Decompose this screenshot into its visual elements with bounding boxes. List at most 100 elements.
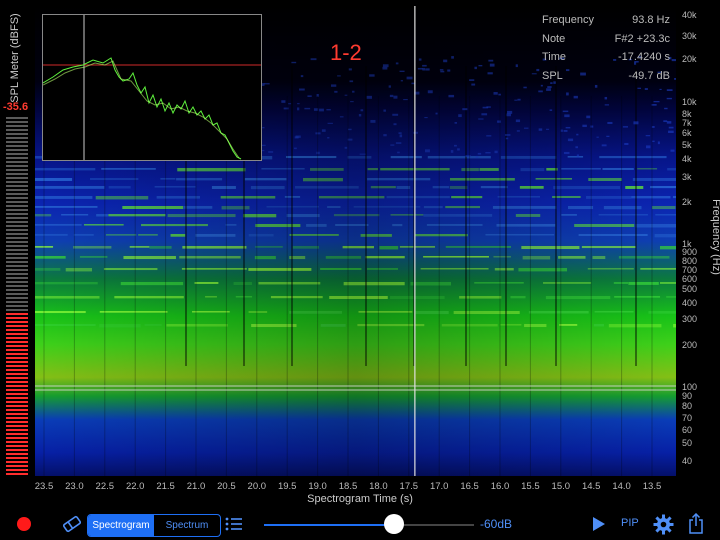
spl-meter-segment	[6, 401, 28, 403]
spl-meter-segment	[6, 257, 28, 259]
spectrum-mode-button[interactable]: Spectrum	[154, 515, 220, 536]
spl-meter-segment	[6, 425, 28, 427]
time-tick: 21.5	[156, 481, 175, 492]
spl-meter-segment	[6, 437, 28, 439]
frequency-tick: 80	[682, 401, 693, 411]
frequency-tick: 3k	[682, 172, 692, 182]
spl-meter-segment	[6, 381, 28, 383]
spl-meter-segment	[6, 461, 28, 463]
spl-meter-segment	[6, 117, 28, 119]
frequency-tick: 200	[682, 340, 698, 350]
spl-meter-segment	[6, 353, 28, 355]
spectrogram-mode-button[interactable]: Spectrogram	[88, 515, 154, 536]
spl-meter-segment	[6, 385, 28, 387]
spl-meter-segment	[6, 345, 28, 347]
frequency-tick: 400	[682, 298, 698, 308]
spl-meter-segment	[6, 237, 28, 239]
time-tick: 16.5	[460, 481, 479, 492]
gain-slider-track[interactable]	[264, 524, 474, 526]
spl-meter-segment	[6, 285, 28, 287]
play-button[interactable]	[592, 516, 606, 532]
spl-meter-segment	[6, 409, 28, 411]
time-tick: 15.0	[551, 481, 571, 492]
frequency-axis-label: Frequency (Hz)	[710, 199, 720, 275]
time-tick: 23.5	[34, 481, 54, 492]
info-frequency: Frequency 93.8 Hz	[540, 14, 672, 33]
frequency-tick: 4k	[682, 154, 692, 164]
info-label: Time	[542, 51, 567, 63]
frequency-tick: 20k	[682, 54, 697, 64]
spl-meter-segment	[6, 341, 28, 343]
list-button[interactable]	[225, 516, 243, 532]
spl-meter-segment	[6, 141, 28, 143]
spl-meter-segment	[6, 417, 28, 419]
spectrum-pip-window[interactable]	[42, 14, 262, 161]
spl-meter-segment	[6, 261, 28, 263]
info-value: -49.7 dB	[628, 69, 670, 82]
settings-button[interactable]	[653, 514, 674, 535]
time-tick: 14.5	[581, 481, 601, 492]
spl-meter-segment	[6, 173, 28, 175]
spl-meter-segment	[6, 329, 28, 331]
spl-meter-segment	[6, 277, 28, 279]
list-icon	[225, 517, 242, 531]
time-tick: 20.5	[217, 481, 236, 492]
spl-meter-segment	[6, 453, 28, 455]
time-tick: 17.5	[399, 481, 419, 492]
share-button[interactable]	[688, 512, 704, 534]
spl-meter-segment	[6, 457, 28, 459]
time-tick: 23.0	[65, 481, 84, 492]
frequency-tick: 70	[682, 413, 693, 423]
spl-meter-segment	[6, 441, 28, 443]
info-note: Note F#2 +23.3c	[540, 33, 672, 52]
spl-meter-segment	[6, 301, 28, 303]
spl-meter-segment	[6, 281, 28, 283]
time-tick: 22.0	[125, 481, 145, 492]
spl-meter-segment	[6, 225, 28, 227]
cursor-info-panel: Frequency 93.8 Hz Note F#2 +23.3c Time -17.…	[540, 14, 672, 88]
time-tick: 16.0	[490, 481, 510, 492]
spl-meter-segment	[6, 413, 28, 415]
spl-meter-segment	[6, 157, 28, 159]
marker-label: 1-2	[330, 40, 362, 65]
pip-button[interactable]: PIP	[621, 517, 639, 529]
spl-meter-segment	[6, 361, 28, 363]
time-tick: 19.5	[277, 481, 297, 492]
spl-meter-segment	[6, 469, 28, 471]
eraser-button[interactable]	[61, 515, 83, 533]
spl-meter-segment	[6, 313, 28, 315]
frequency-tick: 40	[682, 456, 693, 466]
time-tick: 22.5	[95, 481, 115, 492]
record-button[interactable]	[17, 517, 31, 531]
spl-meter-segment	[6, 393, 28, 395]
spl-meter-segment	[6, 289, 28, 291]
spl-meter-segment	[6, 297, 28, 299]
spl-meter-segment	[6, 181, 28, 183]
time-axis-label: Spectrogram Time (s)	[307, 493, 413, 505]
spl-meter-segment	[6, 325, 28, 327]
spl-meter-segment	[6, 201, 28, 203]
spl-meter-segment	[6, 433, 28, 435]
spl-meter-segment	[6, 473, 28, 475]
spl-meter-segment	[6, 349, 28, 351]
time-tick: 20.0	[247, 481, 267, 492]
info-label: SPL	[542, 69, 563, 82]
spl-meter-segment	[6, 321, 28, 323]
spl-meter-segment	[6, 421, 28, 423]
spl-meter-segment	[6, 165, 28, 167]
spl-meter-segment	[6, 365, 28, 367]
spl-meter-segment	[6, 221, 28, 223]
info-spl: SPL -49.7 dB	[540, 70, 672, 89]
spl-meter-segment	[6, 333, 28, 335]
spl-meter-segment	[6, 337, 28, 339]
time-tick: 13.5	[642, 481, 662, 492]
spl-meter-segment	[6, 213, 28, 215]
spl-meter-segment	[6, 373, 28, 375]
spl-meter-segment	[6, 153, 28, 155]
spl-meter-segment	[6, 389, 28, 391]
gain-value-label: -60dB	[480, 517, 513, 531]
frequency-tick: 40k	[682, 10, 697, 20]
info-label: Frequency	[542, 14, 594, 26]
spl-meter-segment	[6, 449, 28, 451]
spl-meter-segment	[6, 189, 28, 191]
